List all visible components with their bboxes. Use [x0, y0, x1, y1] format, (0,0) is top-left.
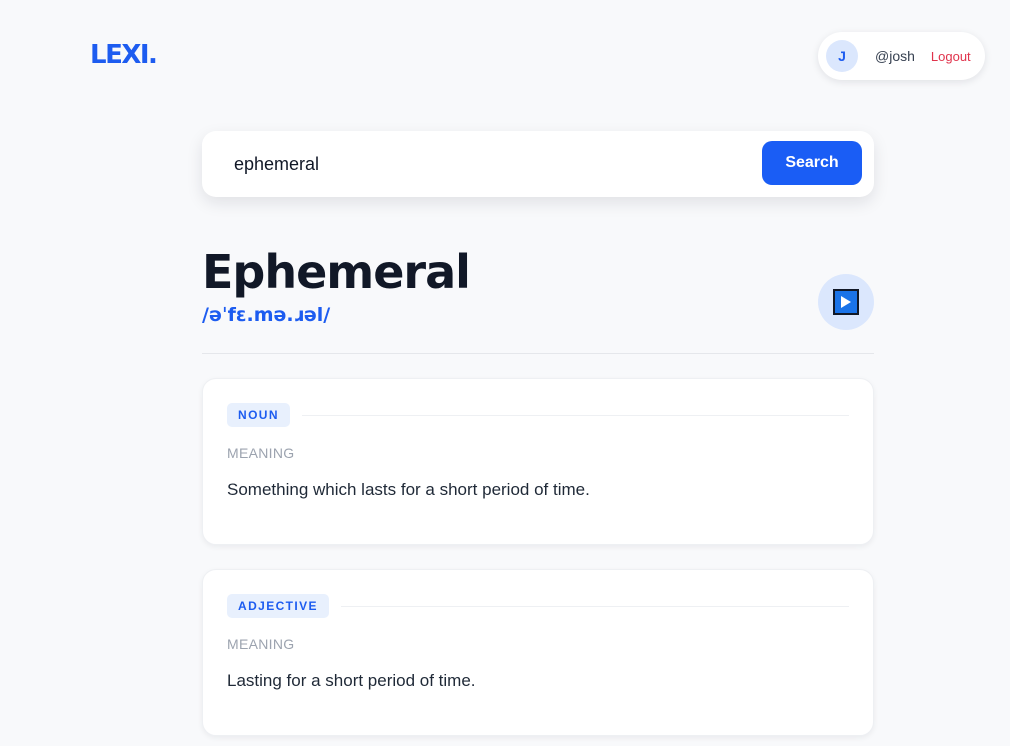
part-of-speech-row: NOUN	[227, 403, 849, 427]
part-of-speech-row: ADJECTIVE	[227, 594, 849, 618]
avatar[interactable]: J	[826, 40, 858, 72]
badge-divider	[340, 605, 849, 607]
part-of-speech-badge: ADJECTIVE	[227, 594, 329, 618]
user-menu: J @josh Logout	[818, 32, 985, 80]
dictionary-page: LEXI. J @josh Logout Search Ephemeral /ə…	[0, 0, 1010, 746]
definition-text: Something which lasts for a short period…	[227, 480, 590, 499]
logout-link[interactable]: Logout	[931, 49, 971, 64]
definition-card-noun: NOUN MEANING Something which lasts for a…	[202, 378, 874, 545]
part-of-speech-badge: NOUN	[227, 403, 290, 427]
badge-divider	[301, 414, 849, 416]
play-audio-button[interactable]	[818, 274, 874, 330]
meaning-label: MEANING	[227, 445, 295, 461]
phonetic-text: /əˈfɛ.mə.ɹəl/	[202, 304, 331, 326]
definition-text: Lasting for a short period of time.	[227, 671, 476, 690]
definition-card-adjective: ADJECTIVE MEANING Lasting for a short pe…	[202, 569, 874, 736]
word-title: Ephemeral	[202, 245, 471, 299]
meaning-label: MEANING	[227, 636, 295, 652]
app-logo[interactable]: LEXI.	[90, 40, 158, 70]
divider	[202, 353, 874, 354]
search-button[interactable]: Search	[762, 141, 862, 185]
username-label: @josh	[875, 48, 915, 64]
search-input[interactable]	[222, 145, 742, 183]
play-icon	[833, 289, 859, 315]
search-bar: Search	[202, 131, 874, 197]
